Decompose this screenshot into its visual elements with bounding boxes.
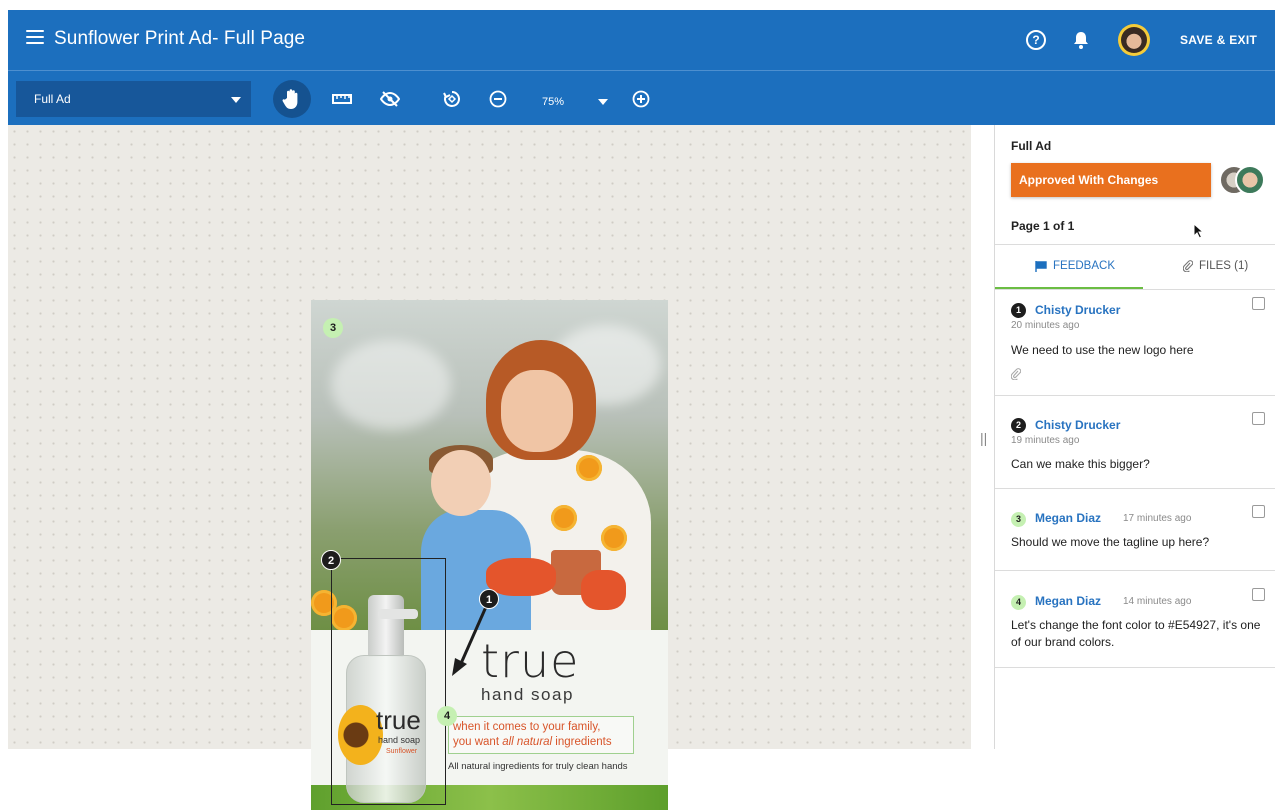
approver-avatars[interactable] bbox=[1219, 165, 1267, 197]
zoom-level[interactable]: 75% bbox=[542, 96, 564, 108]
tagline-emphasis: all natural bbox=[502, 736, 553, 748]
tagline-post: ingredients bbox=[552, 736, 612, 748]
comment-number: 2 bbox=[1011, 418, 1026, 433]
resolve-checkbox[interactable] bbox=[1252, 297, 1265, 310]
tab-feedback-label: FEEDBACK bbox=[1053, 260, 1115, 272]
tab-files[interactable]: FILES (1) bbox=[1183, 260, 1248, 272]
rotate-icon[interactable] bbox=[440, 81, 464, 117]
comment-number: 3 bbox=[1011, 512, 1026, 527]
tagline-line-2: you want all natural ingredients bbox=[453, 735, 629, 750]
hide-annotations-icon[interactable] bbox=[378, 81, 402, 117]
resolve-checkbox[interactable] bbox=[1252, 505, 1265, 518]
annotation-pin-1[interactable]: 1 bbox=[479, 589, 499, 609]
approver-avatar[interactable] bbox=[1235, 165, 1265, 195]
zoom-chevron-down-icon[interactable] bbox=[598, 99, 608, 105]
annotation-pin-2[interactable]: 2 bbox=[321, 550, 341, 570]
comment-author[interactable]: Megan Diaz bbox=[1035, 511, 1101, 525]
tab-files-label: FILES (1) bbox=[1199, 260, 1249, 272]
comment-item[interactable]: 3 Megan Diaz 17 minutes ago Should we mo… bbox=[995, 489, 1275, 571]
zoom-in-icon[interactable] bbox=[629, 81, 653, 117]
review-panel: Full Ad Approved With Changes Page 1 of … bbox=[994, 125, 1275, 749]
comment-time: 19 minutes ago bbox=[1011, 435, 1080, 446]
top-header: Sunflower Print Ad- Full Page ? SAVE & E… bbox=[8, 10, 1275, 70]
save-exit-button[interactable]: SAVE & EXIT bbox=[1180, 33, 1257, 47]
ad-footer-text: All natural ingredients for truly clean … bbox=[448, 761, 628, 772]
zoom-out-icon[interactable] bbox=[486, 81, 510, 117]
comment-author[interactable]: Chisty Drucker bbox=[1035, 418, 1120, 432]
view-select-value: Full Ad bbox=[34, 92, 71, 106]
comment-text: Should we move the tagline up here? bbox=[1011, 535, 1210, 549]
comment-item[interactable]: 2 Chisty Drucker 19 minutes ago Can we m… bbox=[995, 396, 1275, 489]
tagline-line-1: when it comes to your family, bbox=[453, 721, 601, 733]
attachment-icon[interactable] bbox=[1010, 367, 1022, 385]
comment-item[interactable]: 1 Chisty Drucker 20 minutes ago We need … bbox=[995, 290, 1275, 396]
toolbar: Full Ad 75% bbox=[8, 70, 1275, 125]
project-title: Sunflower Print Ad- Full Page bbox=[54, 28, 306, 49]
ad-proof[interactable]: true hand soap when it comes to your fam… bbox=[311, 300, 668, 810]
tagline-pre: you want bbox=[453, 736, 503, 748]
page-indicator: Page 1 of 1 bbox=[1011, 219, 1075, 233]
comment-text: Let's change the font color to #E54927, … bbox=[1011, 618, 1261, 649]
ad-brand-subtitle: hand soap bbox=[481, 685, 574, 704]
comment-text: Can we make this bigger? bbox=[1011, 457, 1150, 471]
bell-icon[interactable] bbox=[1072, 30, 1092, 50]
hamburger-menu-icon[interactable] bbox=[26, 30, 44, 44]
comment-author[interactable]: Chisty Drucker bbox=[1035, 303, 1120, 317]
ad-brand-logo: true bbox=[481, 634, 580, 688]
comment-author[interactable]: Megan Diaz bbox=[1035, 594, 1101, 608]
approval-status-button[interactable]: Approved With Changes bbox=[1011, 163, 1211, 197]
comment-item[interactable]: 4 Megan Diaz 14 minutes ago Let's change… bbox=[995, 571, 1275, 668]
help-icon[interactable]: ? bbox=[1026, 30, 1046, 50]
comment-number: 1 bbox=[1011, 303, 1026, 318]
panel-resize-handle[interactable]: || bbox=[980, 430, 987, 446]
comment-time: 17 minutes ago bbox=[1123, 513, 1192, 524]
annotation-pin-3[interactable]: 3 bbox=[323, 318, 343, 338]
comment-time: 14 minutes ago bbox=[1123, 596, 1192, 607]
resolve-checkbox[interactable] bbox=[1252, 412, 1265, 425]
ad-tagline: when it comes to your family, you want a… bbox=[448, 716, 634, 754]
ruler-icon[interactable] bbox=[330, 81, 354, 117]
app-window: Sunflower Print Ad- Full Page ? SAVE & E… bbox=[8, 10, 1275, 810]
comment-text: We need to use the new logo here bbox=[1011, 343, 1194, 357]
paperclip-icon bbox=[1183, 260, 1193, 272]
chevron-down-icon bbox=[231, 97, 241, 103]
annotation-pin-4[interactable]: 4 bbox=[437, 706, 457, 726]
tab-feedback[interactable]: FEEDBACK bbox=[1035, 260, 1115, 272]
comment-time: 20 minutes ago bbox=[1011, 320, 1080, 331]
comment-number: 4 bbox=[1011, 595, 1026, 610]
panel-section-title: Full Ad bbox=[1011, 139, 1052, 153]
user-avatar[interactable] bbox=[1118, 24, 1150, 56]
mouse-cursor-icon bbox=[1193, 222, 1205, 244]
resolve-checkbox[interactable] bbox=[1252, 588, 1265, 601]
flag-icon bbox=[1035, 260, 1047, 272]
view-select[interactable]: Full Ad bbox=[16, 81, 251, 117]
hand-icon[interactable] bbox=[273, 80, 311, 118]
proof-canvas[interactable]: true hand soap when it comes to your fam… bbox=[8, 125, 971, 810]
annotation-box-2[interactable] bbox=[331, 558, 446, 805]
